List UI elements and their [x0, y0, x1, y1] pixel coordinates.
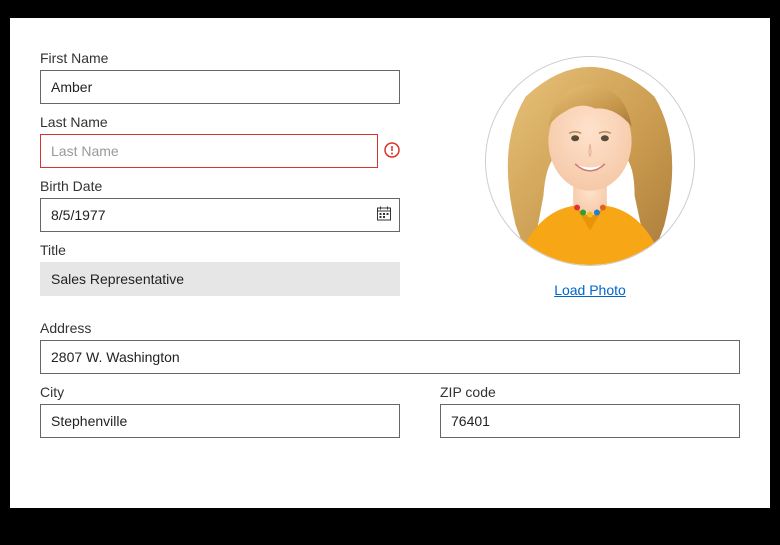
load-photo-link[interactable]: Load Photo [554, 282, 626, 298]
zip-field: ZIP code [440, 384, 740, 438]
employee-form: First Name Last Name Birth Date [10, 18, 770, 508]
title-field: Title Sales Representative [40, 242, 400, 296]
first-name-input[interactable] [40, 70, 400, 104]
address-input[interactable] [40, 340, 740, 374]
first-name-field: First Name [40, 50, 400, 104]
address-label: Address [40, 320, 740, 336]
last-name-input[interactable] [40, 134, 378, 168]
address-field: Address [40, 320, 740, 374]
birth-date-input[interactable] [40, 198, 400, 232]
error-icon [384, 142, 400, 161]
avatar-image [486, 57, 694, 265]
last-name-field: Last Name [40, 114, 400, 168]
zip-label: ZIP code [440, 384, 740, 400]
birth-date-label: Birth Date [40, 178, 400, 194]
birth-date-field: Birth Date [40, 178, 400, 232]
last-name-label: Last Name [40, 114, 400, 130]
title-label: Title [40, 242, 400, 258]
city-field: City [40, 384, 400, 438]
zip-input[interactable] [440, 404, 740, 438]
city-label: City [40, 384, 400, 400]
avatar [485, 56, 695, 266]
city-input[interactable] [40, 404, 400, 438]
first-name-label: First Name [40, 50, 400, 66]
title-value: Sales Representative [40, 262, 400, 296]
